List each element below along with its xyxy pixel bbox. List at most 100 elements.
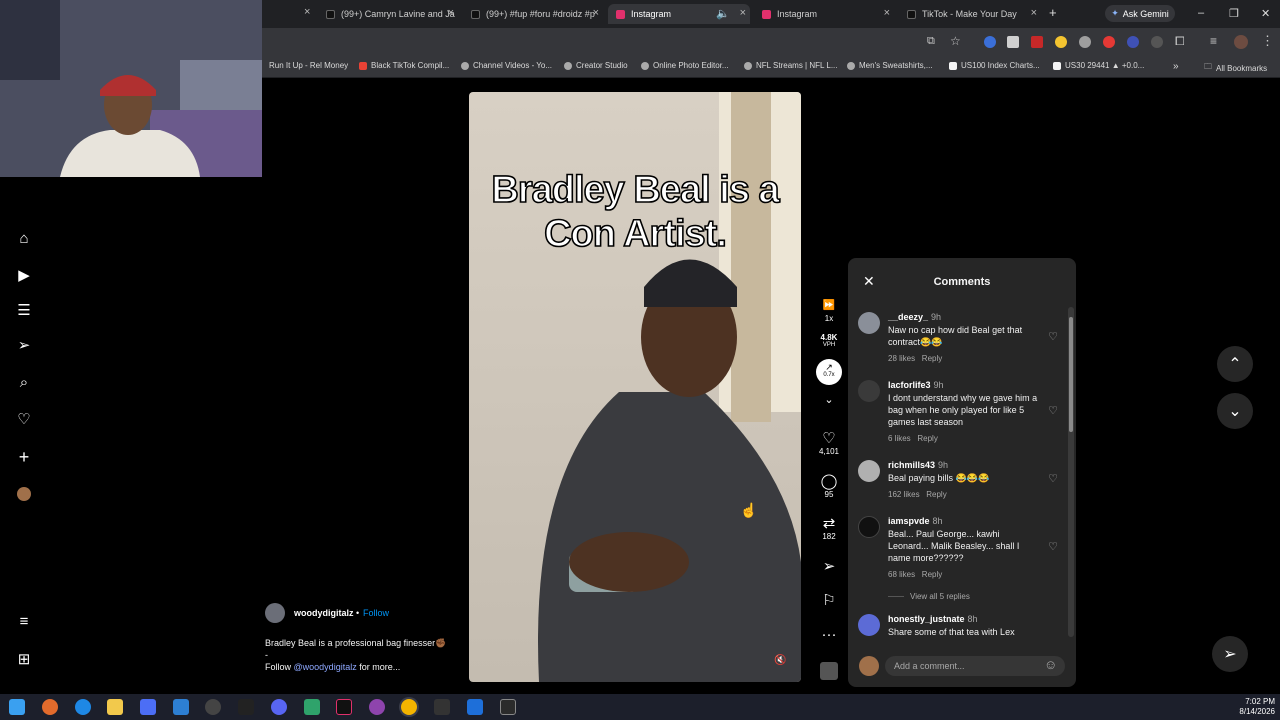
bookmark-item[interactable]: US30 29441 ▲ +0.0... [1053, 61, 1144, 70]
mute-speaker-icon[interactable]: 🔇 [774, 655, 786, 666]
avatar[interactable] [858, 516, 880, 538]
trend-multiplier-badge[interactable]: ↗ 0.7x [816, 359, 842, 385]
all-bookmarks-button[interactable]: 🗀 All Bookmarks [1204, 61, 1267, 75]
heart-icon[interactable]: ♡ [1048, 472, 1058, 485]
steam-icon[interactable] [205, 699, 221, 715]
browser-tab[interactable]: Instagram × [754, 4, 894, 24]
ask-gemini-button[interactable]: ✦ Ask Gemini [1105, 5, 1175, 22]
close-tab-icon[interactable]: × [1031, 7, 1037, 19]
search-icon[interactable]: ⌕ [15, 373, 33, 391]
playback-speed-button[interactable]: ⏩ 1x [815, 298, 843, 323]
reply-button[interactable]: Reply [922, 570, 942, 579]
profile-avatar[interactable] [15, 485, 33, 503]
heart-icon[interactable]: ♡ [1048, 330, 1058, 343]
reel-video[interactable]: Bradley Beal is a Con Artist. 🔇 [469, 92, 801, 682]
browser-tab[interactable]: TikTok - Make Your Day × [899, 4, 1041, 24]
app-icon[interactable] [304, 699, 320, 715]
comment-username[interactable]: lacforlife3 [888, 380, 931, 390]
more-bookmarks-button[interactable]: » [1173, 61, 1179, 72]
save-button[interactable]: ⚐ [815, 593, 843, 609]
reels-icon[interactable]: ▶ [15, 266, 33, 284]
extension-icon[interactable] [1127, 36, 1139, 48]
bookmark-item[interactable]: Run It Up - Rel Money [269, 61, 348, 70]
tiktok-icon[interactable] [336, 699, 352, 715]
chrome-menu-icon[interactable]: ⋮ [1261, 33, 1274, 49]
speaker-icon[interactable]: 🔈 [716, 7, 730, 20]
extension-icon[interactable] [1151, 36, 1163, 48]
heart-icon[interactable]: ♡ [1048, 540, 1058, 553]
reply-button[interactable]: Reply [917, 434, 937, 443]
app-icon[interactable] [434, 699, 450, 715]
apps-grid-icon[interactable]: ⊞ [15, 650, 33, 668]
close-tab-icon[interactable]: × [884, 7, 890, 19]
extension-icon[interactable] [1031, 36, 1043, 48]
close-tab-icon[interactable]: × [593, 7, 599, 19]
like-button[interactable]: ♡ 4,101 [815, 431, 843, 457]
edge-icon[interactable] [75, 699, 91, 715]
follow-button[interactable]: Follow [363, 608, 389, 618]
browser-tab[interactable]: (99+) #fup #foru #droidz #p × [463, 4, 603, 24]
app-icon[interactable] [467, 699, 483, 715]
app-icon[interactable] [500, 699, 516, 715]
store-icon[interactable] [140, 699, 156, 715]
avatar[interactable] [858, 460, 880, 482]
app-icon[interactable] [369, 699, 385, 715]
comment-username[interactable]: iamspvde [888, 516, 930, 526]
new-tab-button[interactable]: + [1049, 5, 1057, 20]
comment-username[interactable]: __deezy_ [888, 312, 928, 322]
chrome-icon[interactable] [401, 699, 417, 715]
avatar[interactable] [265, 603, 285, 623]
close-window-icon[interactable]: ✕ [1261, 7, 1270, 20]
browser-tab-active[interactable]: Instagram 🔈 × [608, 4, 750, 24]
discord-icon[interactable] [271, 699, 287, 715]
extension-icon[interactable] [1103, 36, 1115, 48]
comment-username[interactable]: richmills43 [888, 460, 935, 470]
comment-button[interactable]: ◯ 95 [815, 474, 843, 500]
avatar[interactable] [858, 614, 880, 636]
emoji-icon[interactable]: ☺ [1044, 657, 1057, 672]
view-replies-button[interactable]: View all 5 replies [888, 592, 970, 601]
bookmark-star-icon[interactable]: ☆ [950, 34, 961, 48]
notifications-heart-icon[interactable]: ♡ [15, 410, 33, 428]
close-tab-icon[interactable]: × [304, 6, 310, 18]
file-explorer-icon[interactable] [107, 699, 123, 715]
previous-reel-button[interactable]: ⌃ [1217, 346, 1253, 382]
avatar[interactable] [858, 312, 880, 334]
extension-icon[interactable] [1055, 36, 1067, 48]
mention-link[interactable]: @woodydigitalz [294, 662, 357, 672]
more-options-button[interactable]: ··· [815, 627, 843, 643]
extensions-puzzle-icon[interactable]: ⧠ [1175, 34, 1185, 49]
copilot-icon[interactable] [42, 699, 58, 715]
post-username[interactable]: woodydigitalz [294, 608, 354, 618]
share-button[interactable]: ➢ [815, 559, 843, 575]
heart-icon[interactable]: ♡ [1048, 404, 1058, 417]
reply-button[interactable]: Reply [922, 354, 942, 363]
media-controls-icon[interactable]: ≡ [1210, 34, 1217, 48]
profile-avatar[interactable] [1234, 35, 1248, 49]
close-tab-icon[interactable]: × [740, 7, 746, 19]
comments-scrollbar-thumb[interactable] [1069, 317, 1073, 432]
extension-icon[interactable] [984, 36, 996, 48]
epic-games-icon[interactable] [238, 699, 254, 715]
messages-button[interactable]: ➢ [1212, 636, 1248, 672]
browser-tab[interactable]: (99+) Camryn Lavine and Ja × [318, 4, 458, 24]
collapse-stats-button[interactable]: ⌄ [815, 392, 843, 408]
send-icon[interactable]: ➢ [15, 336, 33, 354]
install-app-icon[interactable]: ⧉ [927, 35, 935, 48]
create-plus-icon[interactable]: + [15, 447, 33, 467]
bookmark-item[interactable]: Black TikTok Compil... [359, 61, 449, 70]
bookmark-item[interactable]: US100 Index Charts... [949, 61, 1040, 70]
bookmark-item[interactable]: Creator Studio [564, 61, 628, 70]
comment-username[interactable]: honestly_justnate [888, 614, 965, 624]
repost-button[interactable]: ⇄ 182 [815, 516, 843, 542]
add-comment-input[interactable]: Add a comment... [885, 656, 1065, 676]
windows-start-icon[interactable] [9, 699, 25, 715]
filter-list-icon[interactable]: ☰ [15, 301, 33, 319]
bookmark-item[interactable]: Online Photo Editor... [641, 61, 729, 70]
extension-icon[interactable] [1007, 36, 1019, 48]
reply-button[interactable]: Reply [926, 490, 946, 499]
system-clock[interactable]: 7:02 PM 8/14/2026 [1225, 697, 1275, 717]
more-menu-icon[interactable]: ≡ [15, 612, 33, 630]
restore-window-icon[interactable]: ❐ [1229, 7, 1239, 20]
avatar[interactable] [858, 380, 880, 402]
